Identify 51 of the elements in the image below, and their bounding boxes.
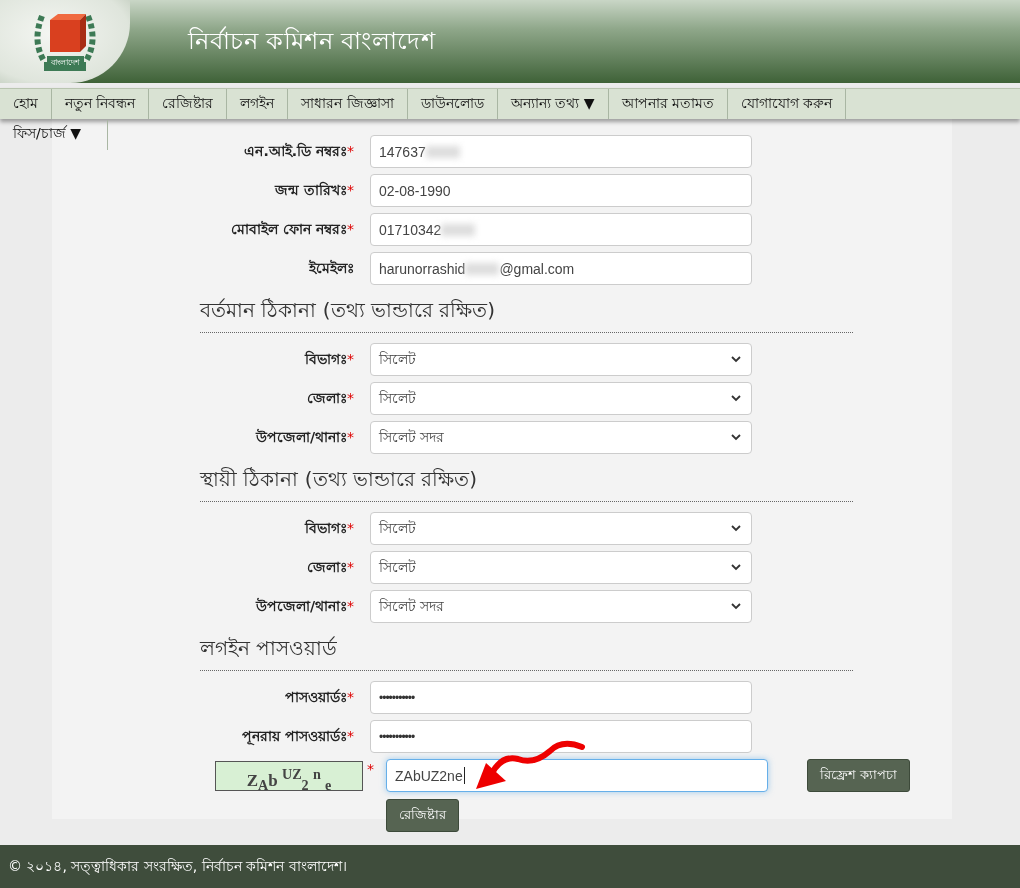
required-mark: *	[347, 428, 354, 445]
dropdown[interactable]: সিলেট	[370, 382, 752, 415]
required-mark: *	[367, 760, 374, 777]
chevron-down-icon	[731, 395, 741, 402]
password-field[interactable]: •••••••••••	[370, 681, 752, 714]
input-field[interactable]: 02-08-1990	[370, 174, 752, 207]
chevron-down-icon	[731, 356, 741, 363]
field-label: ইমেইলঃ	[309, 259, 354, 276]
dropdown[interactable]: সিলেট	[370, 512, 752, 545]
dropdown[interactable]: সিলেট সদর	[370, 421, 752, 454]
nav-link[interactable]: হোম	[0, 89, 52, 119]
field-label: জন্ম তারিখঃ	[275, 181, 347, 198]
site-title: নির্বাচন কমিশন বাংলাদেশ	[188, 25, 436, 57]
section-heading: লগইন পাসওয়ার্ড	[200, 633, 853, 671]
dropdown[interactable]: সিলেট	[370, 343, 752, 376]
chevron-down-icon	[731, 525, 741, 532]
required-mark: *	[347, 389, 354, 406]
refresh-captcha-button[interactable]: রিফ্রেশ ক্যাপচা	[807, 759, 911, 792]
field-label: বিভাগঃ	[305, 350, 347, 367]
captcha-field[interactable]: ZAbUZ2ne	[386, 759, 768, 792]
chevron-down-icon	[731, 434, 741, 441]
required-mark: *	[347, 519, 354, 536]
field-label: পাসওয়ার্ডঃ	[285, 688, 347, 705]
field-label: পূনরায় পাসওয়ার্ডঃ	[242, 727, 347, 744]
required-mark: *	[347, 688, 354, 705]
section-heading: স্থায়ী ঠিকানা (তথ্য ভান্ডারে রক্ষিত)	[200, 464, 853, 502]
field-label: উপজেলা/থানাঃ	[255, 428, 347, 445]
section-heading: বর্তমান ঠিকানা (তথ্য ভান্ডারে রক্ষিত)	[200, 295, 853, 333]
dropdown[interactable]: সিলেট	[370, 551, 752, 584]
required-mark: *	[347, 727, 354, 744]
input-field[interactable]: 01710342	[370, 213, 752, 246]
chevron-down-icon	[731, 603, 741, 610]
field-label: বিভাগঃ	[305, 519, 347, 536]
required-mark: *	[347, 181, 354, 198]
required-mark: *	[347, 350, 354, 367]
input-field[interactable]: 147637	[370, 135, 752, 168]
required-mark: *	[347, 142, 354, 159]
field-label: এন.আই.ডি নম্বরঃ	[244, 142, 347, 159]
copyright-text: © ২০১৪, সত্ত্বাধিকার সংরক্ষিত, নির্বাচন কমিশন বাংলাদেশ।	[8, 856, 347, 877]
password-field[interactable]: •••••••••••	[370, 720, 752, 753]
required-mark: *	[347, 558, 354, 575]
dropdown[interactable]: সিলেট সদর	[370, 590, 752, 623]
chevron-down-icon	[731, 564, 741, 571]
register-button[interactable]: রেজিষ্টার	[386, 799, 459, 832]
field-label: মোবাইল ফোন নম্বরঃ	[231, 220, 347, 237]
field-label: জেলাঃ	[307, 389, 347, 406]
field-label: উপজেলা/থানাঃ	[255, 597, 347, 614]
required-mark: *	[347, 597, 354, 614]
input-field[interactable]: harunorrashid @gmal.com	[370, 252, 752, 285]
required-mark: *	[347, 220, 354, 237]
field-label: জেলাঃ	[307, 558, 347, 575]
